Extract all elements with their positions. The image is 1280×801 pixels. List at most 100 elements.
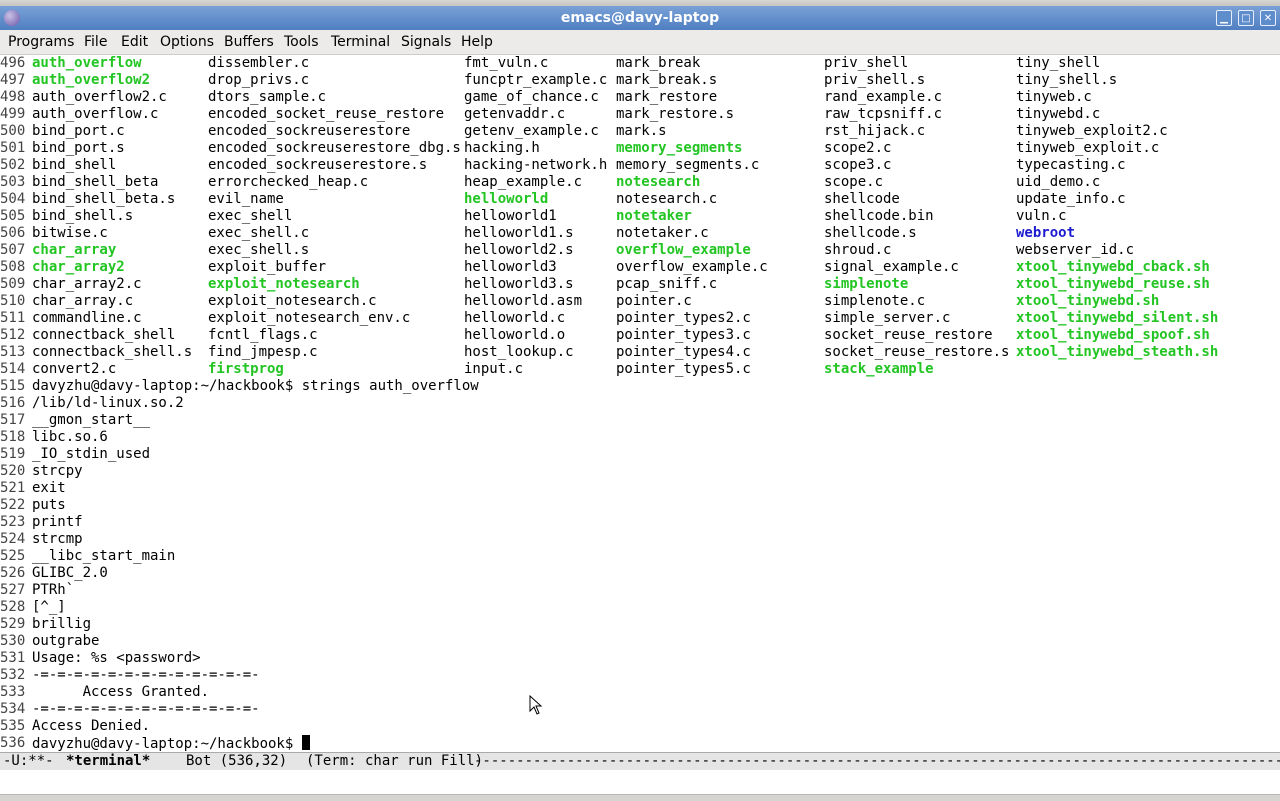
output-text: [^_]	[32, 599, 66, 615]
menu-terminal[interactable]: Terminal	[331, 34, 390, 50]
file-entry: hacking.h	[464, 140, 540, 156]
menu-bar: Programs File Edit Options Buffers Tools…	[0, 30, 1280, 55]
file-entry: webserver_id.c	[1016, 242, 1135, 258]
output-text: strcpy	[32, 463, 83, 479]
terminal-line: 525 __libc_start_main	[0, 548, 1280, 565]
terminal-line: 501 bind_port.s encoded_sockreuserestore_d…	[0, 140, 1280, 157]
file-entry: encoded_socket_reuse_restore	[208, 106, 445, 122]
terminal-line: 526 GLIBC_2.0	[0, 565, 1280, 582]
file-entry: char_array.c	[32, 293, 134, 309]
file-entry: firstprog	[208, 361, 284, 377]
maximize-icon[interactable]: □	[1238, 10, 1254, 26]
file-entry: drop_privs.c	[208, 72, 310, 88]
file-entry: auth_overflow2	[32, 72, 151, 88]
file-entry: simplenote.c	[824, 293, 926, 309]
file-entry: tiny_shell.s	[1016, 72, 1118, 88]
line-number: 510	[0, 293, 26, 309]
output-text: brillig	[32, 616, 92, 632]
file-entry: notetaker.c	[616, 225, 709, 241]
modeline-mode: (Term: char run Fill)	[306, 753, 484, 769]
file-entry: exec_shell.s	[208, 242, 310, 258]
line-number: 514	[0, 361, 26, 377]
file-entry: mark_break	[616, 55, 701, 71]
file-entry: simple_server.c	[824, 310, 951, 326]
terminal-line: 529 brillig	[0, 616, 1280, 633]
menu-help[interactable]: Help	[461, 34, 493, 50]
line-number: 503	[0, 174, 26, 190]
close-icon[interactable]: ✕	[1260, 10, 1276, 26]
file-entry: dtors_sample.c	[208, 89, 327, 105]
output-text: __gmon_start__	[32, 412, 151, 428]
terminal-line: 534 -=-=-=-=-=-=-=-=-=-=-=-=-=-	[0, 701, 1280, 718]
menu-buffers[interactable]: Buffers	[224, 34, 274, 50]
line-number: 505	[0, 208, 26, 224]
line-number: 497	[0, 72, 26, 88]
minimize-icon[interactable]: ▁	[1216, 10, 1232, 26]
terminal-line: 516/lib/ld-linux.so.2	[0, 395, 1280, 412]
line-number: 496	[0, 55, 26, 71]
file-entry: bind_port.s	[32, 140, 125, 156]
file-entry: signal_example.c	[824, 259, 959, 275]
terminal-line: 527 PTRh`	[0, 582, 1280, 599]
mode-line: -U:**- *terminal* Bot (536,32) (Term: ch…	[0, 752, 1280, 771]
terminal-line: 497 auth_overflow2 drop_privs.c funcptr_exa…	[0, 72, 1280, 89]
terminal-line: 517 __gmon_start__	[0, 412, 1280, 429]
line-number: 499	[0, 106, 26, 122]
terminal-line: 514 convert2.c firstprog input.c pointer_typ…	[0, 361, 1280, 378]
menu-tools[interactable]: Tools	[284, 34, 319, 50]
menu-signals[interactable]: Signals	[401, 34, 451, 50]
output-text: printf	[32, 514, 83, 530]
file-entry: xtool_tinywebd_silent.sh	[1016, 310, 1219, 326]
terminal-buffer[interactable]: 496 auth_overflow dissembler.c fmt_vuln.c ma…	[0, 54, 1280, 753]
line-number: 522	[0, 497, 26, 513]
output-text: davyzhu@davy-laptop:~/hackbook$ strings …	[32, 378, 479, 394]
file-entry: raw_tcpsniff.c	[824, 106, 943, 122]
file-entry: tinyweb.c	[1016, 89, 1092, 105]
file-entry: bind_shell.s	[32, 208, 134, 224]
terminal-line: 507 char_array exec_shell.s helloworld2.s ov…	[0, 242, 1280, 259]
file-entry: helloworld3.s	[464, 276, 574, 292]
line-number: 531	[0, 650, 26, 666]
file-entry: xtool_tinywebd_spoof.sh	[1016, 327, 1210, 343]
output-text: outgrabe	[32, 633, 100, 649]
file-entry: char_array2.c	[32, 276, 142, 292]
line-number: 498	[0, 89, 26, 105]
output-text: Access Denied.	[32, 718, 151, 734]
terminal-line: 515 davyzhu@davy-laptop:~/hackbook$ strin…	[0, 378, 1280, 395]
output-text: __libc_start_main	[32, 548, 176, 564]
window-titlebar[interactable]: emacs@davy-laptop ▁ □ ✕	[0, 6, 1280, 30]
terminal-line: 520 strcpy	[0, 463, 1280, 480]
file-entry: exploit_notesearch_env.c	[208, 310, 411, 326]
minibuffer[interactable]	[0, 770, 1280, 794]
file-entry: notesearch	[616, 174, 701, 190]
terminal-line: 498 auth_overflow2.c dtors_sample.c game_of…	[0, 89, 1280, 106]
terminal-line: 510 char_array.c exploit_notesearch.c hello…	[0, 293, 1280, 310]
file-entry: socket_reuse_restore.s	[824, 344, 1010, 360]
file-entry: mark.s	[616, 123, 667, 139]
menu-file[interactable]: File	[84, 34, 107, 50]
file-entry: shroud.c	[824, 242, 892, 258]
output-text: exit	[32, 480, 66, 496]
menu-programs[interactable]: Programs	[8, 34, 74, 50]
file-entry: shellcode.s	[824, 225, 917, 241]
file-entry: commandline.c	[32, 310, 142, 326]
file-entry: fmt_vuln.c	[464, 55, 549, 71]
menu-options[interactable]: Options	[160, 34, 214, 50]
modeline-fill: ----------------------------------------…	[474, 753, 1280, 769]
file-entry: typecasting.c	[1016, 157, 1126, 173]
file-entry: helloworld.asm	[464, 293, 583, 309]
file-entry: auth_overflow2.c	[32, 89, 167, 105]
line-number: 535	[0, 718, 26, 734]
line-number: 504	[0, 191, 26, 207]
file-entry: evil_name	[208, 191, 284, 207]
file-entry: bind_shell_beta	[32, 174, 159, 190]
file-entry: helloworld	[464, 191, 549, 207]
line-number: 516	[0, 395, 26, 411]
file-entry: encoded_sockreuserestore_dbg.s	[208, 140, 461, 156]
menu-edit[interactable]: Edit	[121, 34, 148, 50]
file-entry: memory_segments	[616, 140, 743, 156]
line-number: 533	[0, 684, 26, 700]
terminal-line: 511 commandline.c exploit_notesearch_env.c…	[0, 310, 1280, 327]
file-entry: connectback_shell	[32, 327, 176, 343]
output-text: GLIBC_2.0	[32, 565, 108, 581]
